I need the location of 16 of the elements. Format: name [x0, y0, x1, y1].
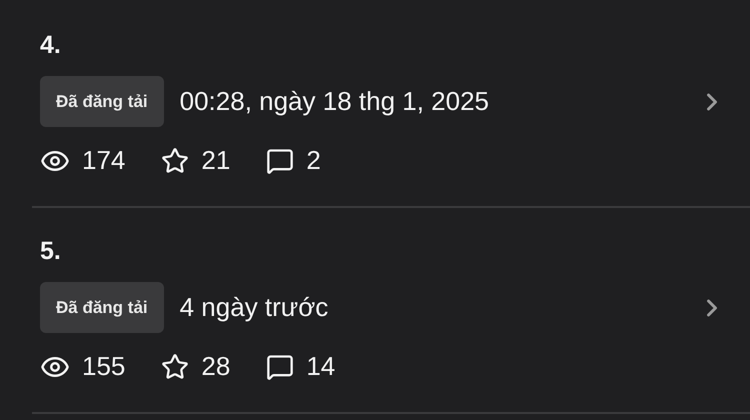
- chapter-number: 4.: [40, 30, 62, 60]
- comment-count: 2: [306, 145, 321, 176]
- publish-time: 4 ngày trước: [180, 292, 330, 323]
- view-count: 155: [82, 351, 126, 382]
- star-icon: [161, 352, 190, 380]
- status-badge: Đã đăng tải: [40, 282, 164, 333]
- star-icon: [161, 146, 190, 174]
- status-badge: Đã đăng tải: [40, 76, 164, 127]
- comment-icon: [266, 146, 294, 174]
- chapter-number: 5.: [40, 236, 62, 266]
- star-count: 21: [201, 145, 230, 176]
- publish-time: 00:28, ngày 18 thg 1, 2025: [180, 86, 490, 117]
- view-count: 174: [82, 145, 126, 176]
- star-count: 28: [201, 351, 230, 382]
- comment-icon: [266, 352, 294, 380]
- comment-count: 14: [306, 351, 336, 382]
